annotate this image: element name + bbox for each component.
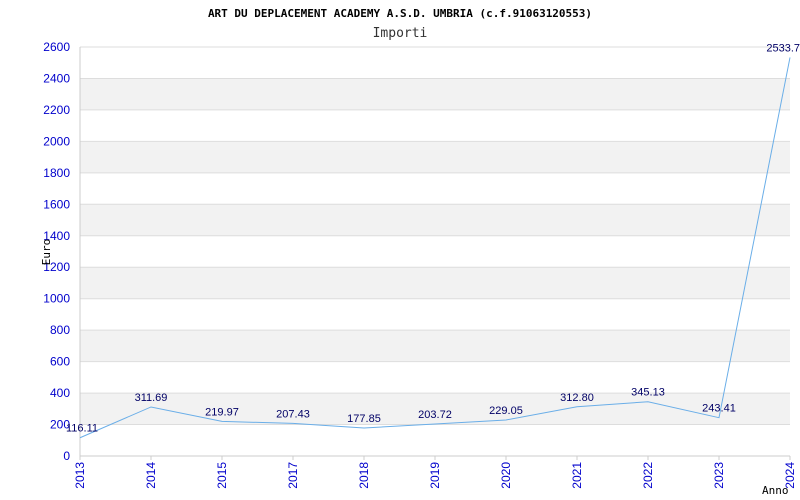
x-axis-ticks: 2013 2014 2015 2017 2018 2019 2020 2021 2022 2023… xyxy=(73,456,797,489)
x-tick-label: 2015 xyxy=(215,462,229,489)
chart-title: ART DU DEPLACEMENT ACADEMY A.S.D. UMBRIA… xyxy=(208,7,592,20)
data-label: 116.11 xyxy=(66,423,98,435)
data-label: 2533.7 xyxy=(766,42,800,54)
data-label: 345.13 xyxy=(631,387,665,399)
grid-band xyxy=(80,204,790,236)
y-tick-label: 2600 xyxy=(43,40,70,54)
x-tick-label: 2014 xyxy=(144,462,158,489)
y-tick-label: 1000 xyxy=(43,292,70,306)
data-label: 207.43 xyxy=(276,408,310,420)
data-label: 229.05 xyxy=(489,405,523,417)
y-tick-label: 600 xyxy=(50,355,70,369)
line-chart: 0200400600800100012001400160018002000220… xyxy=(40,7,800,497)
x-tick-label: 2023 xyxy=(712,462,726,489)
y-tick-label: 800 xyxy=(50,323,70,337)
data-label: 177.85 xyxy=(347,413,381,425)
y-tick-label: 0 xyxy=(63,449,70,463)
grid-band xyxy=(80,141,790,173)
x-tick-label: 2013 xyxy=(73,462,87,489)
y-tick-label: 400 xyxy=(50,386,70,400)
x-tick-label: 2019 xyxy=(428,462,442,489)
y-tick-label: 2400 xyxy=(43,71,70,85)
x-tick-label: 2020 xyxy=(499,462,513,489)
x-tick-label: 2021 xyxy=(570,462,584,489)
grid-band xyxy=(80,78,790,110)
data-label: 203.72 xyxy=(418,409,452,421)
y-tick-label: 2200 xyxy=(43,103,70,117)
x-tick-label: 2022 xyxy=(641,462,655,489)
x-tick-label: 2017 xyxy=(286,462,300,489)
series-line xyxy=(79,57,791,439)
data-label: 311.69 xyxy=(135,392,168,404)
grid-band xyxy=(80,330,790,362)
x-axis-label: Anno xyxy=(762,484,789,497)
chart-subtitle: Importi xyxy=(373,26,428,41)
y-tick-label: 1600 xyxy=(43,197,70,211)
data-label: 243.41 xyxy=(702,403,736,415)
y-axis-label: Euro xyxy=(40,239,53,266)
grid-band xyxy=(80,267,790,299)
data-label: 312.80 xyxy=(560,392,594,404)
x-tick-label: 2018 xyxy=(357,462,371,489)
y-tick-label: 1800 xyxy=(43,166,70,180)
y-tick-label: 2000 xyxy=(43,134,70,148)
data-label: 219.97 xyxy=(205,406,239,418)
grid-bands xyxy=(80,78,790,425)
